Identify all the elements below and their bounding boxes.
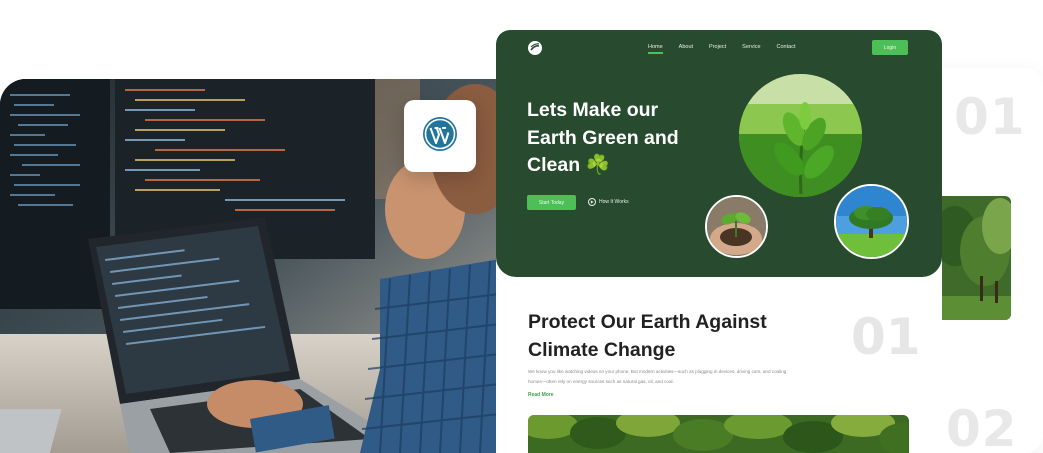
main-nav: Home About Project Service Contact	[648, 44, 811, 54]
wordpress-icon	[422, 116, 458, 157]
site-logo-icon[interactable]	[528, 41, 542, 55]
how-it-works-label: How It Works	[599, 199, 629, 205]
nav-item-about[interactable]: About	[679, 44, 693, 50]
website-preview: Home About Project Service Contact Login…	[496, 30, 942, 453]
hero-title-line-2: Earth Green and	[527, 126, 679, 149]
play-icon	[588, 198, 596, 206]
section-body-text: We know you like watching videos on your…	[528, 369, 787, 384]
hero-title-line-1: Lets Make our	[527, 99, 659, 121]
nav-item-service[interactable]: Service	[742, 44, 760, 50]
read-more-link[interactable]: Read More	[528, 392, 554, 398]
tea-plant-image	[739, 74, 862, 197]
nav-item-contact[interactable]: Contact	[777, 44, 796, 50]
hero-title-line-3: Clean ☘️	[527, 154, 610, 176]
seedling-hands-image	[705, 195, 768, 258]
nav-item-home[interactable]: Home	[648, 44, 663, 54]
hero-title: Lets Make our Earth Green and Clean ☘️	[527, 97, 727, 180]
section-title-line-2: Climate Change	[528, 338, 676, 361]
tree-image	[834, 184, 909, 259]
section-number: 01	[851, 308, 921, 366]
hero-section: Home About Project Service Contact Login…	[496, 30, 942, 277]
how-it-works-link[interactable]: How It Works	[588, 198, 629, 206]
back-number-02: 02	[946, 400, 1018, 453]
nav-item-project[interactable]: Project	[709, 44, 726, 50]
section-title-line-1: Protect Our Earth Against	[528, 311, 767, 333]
login-button[interactable]: Login	[872, 40, 908, 55]
back-forest-image	[940, 196, 1011, 320]
back-number-01: 01	[954, 88, 1026, 146]
forest-image	[528, 415, 909, 453]
wordpress-badge	[404, 100, 476, 172]
section-title: Protect Our Earth Against Climate Change	[528, 309, 808, 364]
start-today-button[interactable]: Start Today	[527, 195, 576, 210]
